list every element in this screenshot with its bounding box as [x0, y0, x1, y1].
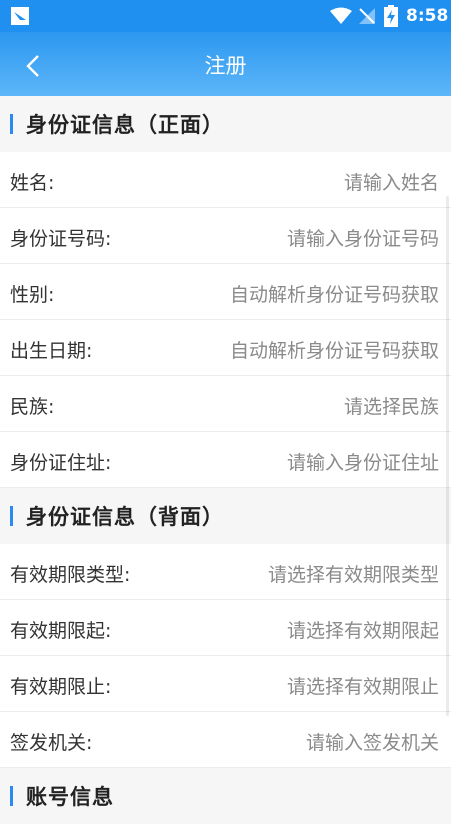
section-header-id-front: 身份证信息（正面）	[0, 96, 451, 152]
validity-start-select[interactable]: 请选择有效期限起	[287, 616, 439, 643]
name-field[interactable]: 姓名: 请输入姓名	[0, 152, 451, 208]
id-number-input[interactable]: 请输入身份证号码	[287, 224, 439, 251]
ethnicity-field[interactable]: 民族: 请选择民族	[0, 376, 451, 432]
address-field[interactable]: 身份证住址: 请输入身份证住址	[0, 432, 451, 488]
validity-end-select[interactable]: 请选择有效期限止	[287, 672, 439, 699]
field-label: 民族:	[10, 396, 55, 418]
ethnicity-select[interactable]: 请选择民族	[344, 392, 439, 419]
section-accent-bar	[10, 114, 13, 134]
wifi-icon	[330, 7, 352, 29]
name-input[interactable]: 请输入姓名	[344, 168, 439, 195]
address-input[interactable]: 请输入身份证住址	[287, 448, 439, 475]
section-accent-bar	[10, 786, 13, 806]
id-number-field[interactable]: 身份证号码: 请输入身份证号码	[0, 208, 451, 264]
status-time: 8:58	[406, 6, 449, 26]
issuing-authority-field[interactable]: 签发机关: 请输入签发机关	[0, 712, 451, 768]
field-label: 姓名:	[10, 172, 55, 194]
field-label: 有效期限类型:	[10, 564, 131, 586]
birth-date-field: 出生日期: 自动解析身份证号码获取	[0, 320, 451, 376]
field-label: 有效期限止:	[10, 676, 112, 698]
app-notification-icon	[10, 6, 30, 30]
birth-date-value: 自动解析身份证号码获取	[229, 340, 439, 362]
field-label: 有效期限起:	[10, 620, 112, 642]
field-label: 身份证住址:	[10, 452, 112, 474]
validity-type-select[interactable]: 请选择有效期限类型	[268, 560, 439, 587]
field-label: 出生日期:	[10, 340, 93, 362]
section-title: 账号信息	[26, 785, 114, 809]
section-title: 身份证信息（正面）	[26, 113, 224, 137]
signal-icon	[358, 7, 376, 29]
section-accent-bar	[10, 506, 13, 526]
section-header-id-back: 身份证信息（背面）	[0, 488, 451, 544]
scrollbar[interactable]	[446, 196, 449, 716]
field-label: 签发机关:	[10, 732, 93, 754]
section-title: 身份证信息（背面）	[26, 505, 224, 529]
validity-start-field[interactable]: 有效期限起: 请选择有效期限起	[0, 600, 451, 656]
section-header-account: 账号信息	[0, 768, 451, 824]
battery-icon	[384, 5, 398, 31]
gender-value: 自动解析身份证号码获取	[229, 284, 439, 306]
field-label: 性别:	[10, 284, 55, 306]
issuing-authority-input[interactable]: 请输入签发机关	[306, 728, 439, 755]
page-title: 注册	[204, 54, 247, 78]
field-label: 身份证号码:	[10, 228, 112, 250]
validity-type-field[interactable]: 有效期限类型: 请选择有效期限类型	[0, 544, 451, 600]
gender-field: 性别: 自动解析身份证号码获取	[0, 264, 451, 320]
validity-end-field[interactable]: 有效期限止: 请选择有效期限止	[0, 656, 451, 712]
navigation-bar: 注册	[0, 32, 451, 96]
registration-form: 身份证信息（正面） 姓名: 请输入姓名 身份证号码: 请输入身份证号码 性别: …	[0, 96, 451, 824]
status-bar: 8:58	[0, 0, 451, 32]
